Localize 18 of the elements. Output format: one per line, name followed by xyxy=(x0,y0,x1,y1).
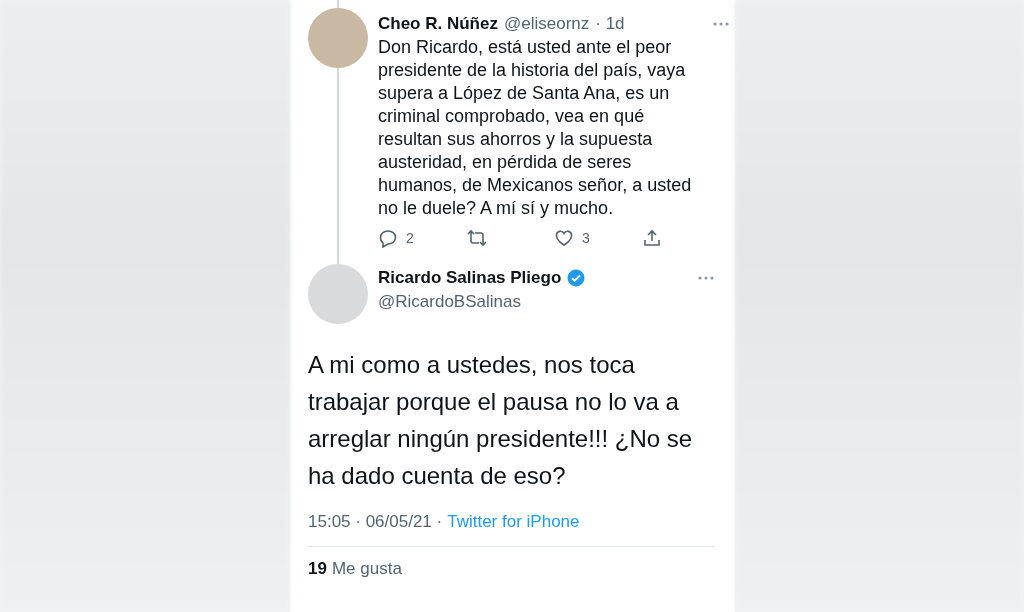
tweet-text: Don Ricardo, está usted ante el peor presidente de la historia del país, vaya supera a López de Santa Ana, es un criminal comprobado, vea en qué resultan sus ahorros y la supuesta austeridad, en pérdida de seres humanos, de Mexicanos señor, a usted no le duele? A mí sí y mucho. xyxy=(378,36,693,220)
user-name[interactable]: Ricardo Salinas Pliego xyxy=(378,268,562,288)
reply-icon[interactable] xyxy=(378,228,398,248)
tweet-text: A mi como a ustedes, nos toca trabajar porque el pausa no lo va a arreglar ningún presidente!!! ¿No se ha dado cuenta de eso? xyxy=(308,350,694,491)
like-count[interactable]: 19 xyxy=(308,559,327,579)
reply-count: 2 xyxy=(406,230,414,246)
tweet-timestamp: 15:05 · 06/05/21 · xyxy=(308,512,443,532)
user-name[interactable]: Cheo R. Núñez xyxy=(378,14,498,34)
like-count: 3 xyxy=(582,230,590,246)
likes-label[interactable]: Me gusta xyxy=(331,559,402,579)
heart-icon[interactable] xyxy=(554,228,574,248)
more-options-icon[interactable] xyxy=(697,275,715,281)
user-handle[interactable]: @RicardoBSalinas xyxy=(378,292,715,312)
tweet-time: · 1d xyxy=(595,14,625,34)
user-handle[interactable]: @eliseornz xyxy=(503,14,590,34)
retweet-icon[interactable] xyxy=(466,228,488,248)
more-options-icon[interactable] xyxy=(712,21,730,27)
share-icon[interactable] xyxy=(642,228,662,248)
